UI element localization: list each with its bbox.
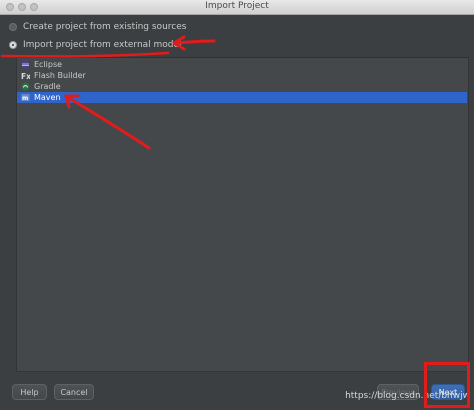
annotation-arrow-option bbox=[172, 35, 216, 51]
annotation-overlay bbox=[0, 35, 216, 150]
annotation-arrow-maven bbox=[64, 94, 151, 150]
annotation-underline bbox=[0, 51, 170, 58]
